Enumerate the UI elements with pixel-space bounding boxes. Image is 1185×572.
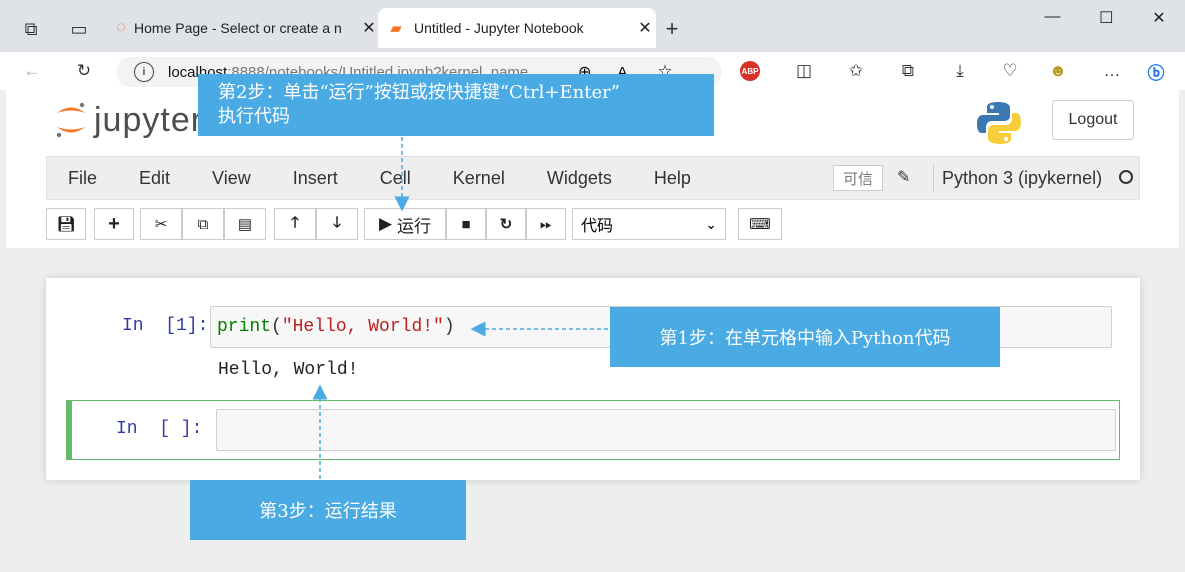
run-label: 运行 [397,216,432,236]
code-paren: ) [443,317,455,337]
copy-button[interactable]: ⧉ [182,208,224,240]
cell-type-value: 代码 [581,218,614,235]
tab-home-page[interactable]: ◌ Home Page - Select or create a n ✕ [108,8,380,48]
info-icon[interactable]: i [134,62,154,82]
arrow-down-icon: 🡓 [333,213,341,231]
restart-run-all-button[interactable]: ⏩︎ [526,208,566,240]
jupyter-favicon-icon: ◌ [116,19,126,36]
arrow-up-icon: 🡑 [291,213,299,231]
workspaces-icon[interactable]: ⧉ [18,16,44,42]
pencil-icon[interactable]: ✎ [897,167,910,187]
adblock-icon[interactable]: ABP [740,61,760,81]
menu-help[interactable]: Help [633,168,712,189]
annotation-text: 第2步：单击“运行”按钮或按快捷键“Ctrl+Enter” [218,82,620,103]
browser-essentials-icon[interactable]: ♡ [996,60,1024,82]
restart-button[interactable]: ↻ [486,208,526,240]
close-window-icon[interactable]: ✕ [1152,8,1165,32]
code-string: "Hello, World!" [281,317,444,337]
interrupt-button[interactable]: ■ [446,208,486,240]
close-tab-icon[interactable]: ✕ [634,18,656,38]
logo-text: jupyter [94,100,204,139]
plus-icon: + [108,212,120,235]
save-icon: 💾︎ [56,216,76,233]
menu-kernel[interactable]: Kernel [432,168,526,189]
tab-title: Home Page - Select or create a n [134,20,342,36]
chevron-down-icon: ⌄ [705,215,717,232]
copilot-icon[interactable]: ⓑ [1142,60,1170,83]
more-menu-icon[interactable]: … [1098,60,1126,82]
move-up-button[interactable]: 🡑 [274,208,316,240]
close-tab-icon[interactable]: ✕ [358,18,380,38]
cut-button[interactable]: ✂ [140,208,182,240]
window-controls: — ☐ ✕ [1025,8,1185,32]
paste-icon: ▤ [237,216,253,233]
menu-view[interactable]: View [191,168,272,189]
back-icon[interactable]: ← [18,60,46,82]
cell-type-select[interactable]: 代码 ⌄ [572,208,726,240]
fast-forward-icon: ⏩︎ [539,215,552,233]
favorites-icon[interactable]: ✩ [842,60,870,82]
code-cell-input[interactable] [216,409,1116,451]
tab-title: Untitled - Jupyter Notebook [414,20,584,36]
menu-cell[interactable]: Cell [359,168,432,189]
keyboard-icon: ⌨ [749,216,771,233]
browser-tab-bar: ⧉ ▭ ◌ Home Page - Select or create a n ✕… [0,0,1185,52]
tab-actions-icon[interactable]: ▭ [66,16,92,42]
notebook-favicon-icon: ▰ [390,20,402,37]
tab-untitled-notebook[interactable]: ▰ Untitled - Jupyter Notebook ✕ [378,8,656,48]
menu-widgets[interactable]: Widgets [526,168,633,189]
collections-icon[interactable]: ⧉ [894,60,922,82]
python-logo-icon [977,102,1021,144]
paste-button[interactable]: ▤ [224,208,266,240]
save-button[interactable]: 💾︎ [46,208,86,240]
menubar: File Edit View Insert Cell Kernel Widget… [46,156,1140,200]
cell-prompt: In [ ]: [116,419,203,439]
split-screen-icon[interactable]: ◫ [790,60,818,82]
insert-cell-button[interactable]: + [94,208,134,240]
kernel-status-icon [1119,170,1133,184]
new-tab-icon[interactable]: + [660,16,684,42]
annotation-step-1: 第1步：在单元格中输入Python代码 [610,307,1000,367]
annotation-text: 执行代码 [218,106,290,127]
stop-icon: ■ [461,215,471,233]
logout-button[interactable]: Logout [1052,100,1134,140]
scissors-icon: ✂ [154,216,168,233]
jupyter-logo-icon [56,102,85,138]
menu-insert[interactable]: Insert [272,168,359,189]
menu-edit[interactable]: Edit [118,168,191,189]
downloads-icon[interactable]: ⤓ [946,60,974,82]
run-button[interactable]: ▶ 运行 [364,208,446,240]
extension-icon[interactable]: ☻ [1044,60,1072,82]
code-paren: ( [271,317,282,337]
annotation-step-3: 第3步：运行结果 [190,480,466,540]
restart-icon: ↻ [499,216,513,233]
trusted-badge[interactable]: 可信 [833,165,883,191]
maximize-icon[interactable]: ☐ [1099,8,1113,32]
cell-output: Hello, World! [218,360,359,380]
kernel-name[interactable]: Python 3 (ipykernel) [933,164,1102,192]
code-func: print [217,317,272,337]
copy-icon: ⧉ [197,215,209,233]
annotation-step-2: 第2步：单击“运行”按钮或按快捷键“Ctrl+Enter” 执行代码 [198,74,714,136]
menu-file[interactable]: File [47,168,118,189]
selected-code-cell[interactable]: In [ ]: [66,400,1120,460]
command-palette-button[interactable]: ⌨ [738,208,782,240]
play-icon: ▶ [378,214,393,233]
cell-prompt: In [1]: [122,316,209,336]
refresh-icon[interactable]: ↻ [70,60,98,82]
minimize-icon[interactable]: — [1044,8,1060,32]
move-down-button[interactable]: 🡓 [316,208,358,240]
